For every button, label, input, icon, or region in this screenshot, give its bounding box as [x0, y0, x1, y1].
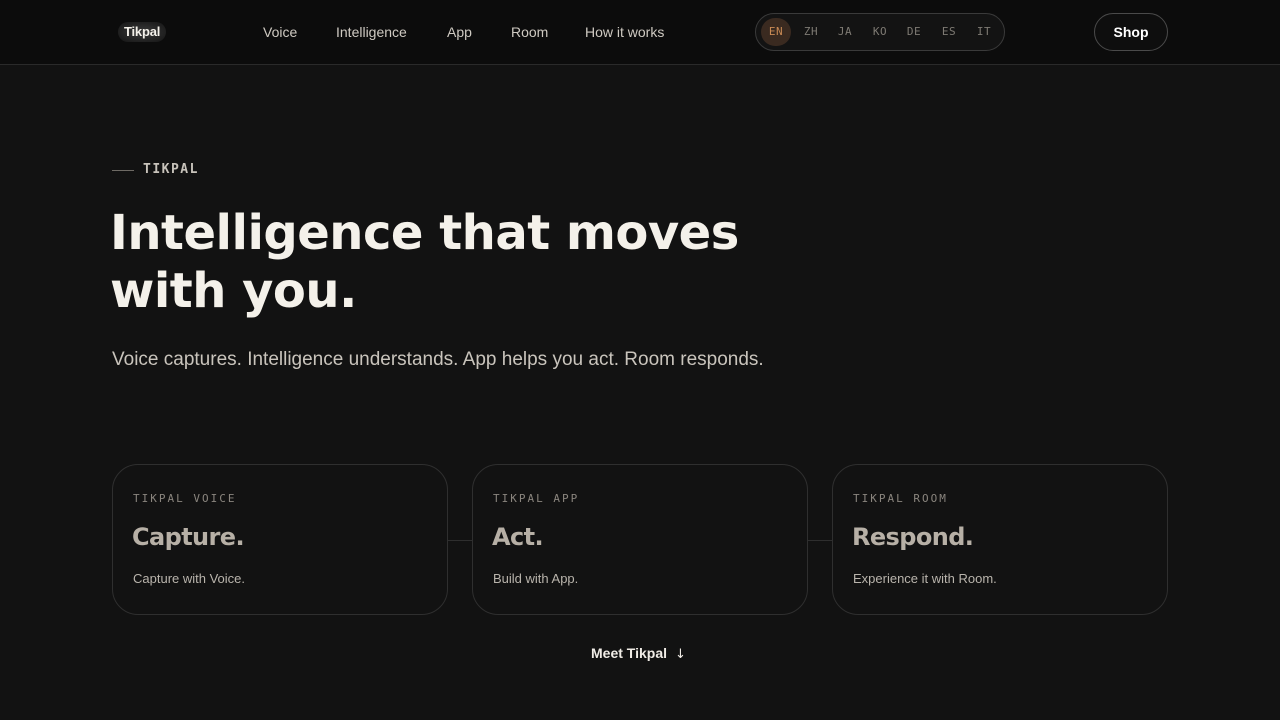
card-title: Act. [492, 523, 544, 551]
meet-tikpal-label: Meet Tikpal [591, 645, 667, 661]
card-room[interactable]: TIKPAL ROOM Respond. Experience it with … [832, 464, 1168, 615]
card-title: Respond. [852, 523, 974, 551]
nav-link-intelligence[interactable]: Intelligence [336, 24, 407, 40]
language-option-zh[interactable]: ZH [796, 18, 826, 46]
meet-tikpal-link[interactable]: Meet Tikpal ↓ [591, 645, 686, 662]
language-option-de[interactable]: DE [899, 18, 929, 46]
language-option-es[interactable]: ES [934, 18, 964, 46]
card-connector [808, 540, 832, 541]
card-description: Capture with Voice. [133, 571, 246, 586]
language-option-it[interactable]: IT [969, 18, 999, 46]
nav-link-room[interactable]: Room [511, 24, 548, 40]
arrow-down-icon: ↓ [675, 647, 686, 662]
hero-headline: Intelligence that moves with you. [110, 205, 739, 319]
logo[interactable]: Tikpal [118, 22, 167, 42]
card-eyebrow: TIKPAL ROOM [853, 492, 948, 505]
card-description: Experience it with Room. [853, 571, 997, 586]
language-switcher: EN ZH JA KO DE ES IT [755, 13, 1005, 51]
card-description: Build with App. [493, 571, 579, 586]
hero-subline: Voice captures. Intelligence understands… [112, 349, 764, 370]
nav-link-voice[interactable]: Voice [263, 24, 297, 40]
card-title: Capture. [132, 523, 245, 551]
language-option-en[interactable]: EN [761, 18, 791, 46]
site-header: Tikpal Voice Intelligence App Room How i… [0, 0, 1280, 65]
card-app[interactable]: TIKPAL APP Act. Build with App. [472, 464, 808, 615]
shop-button[interactable]: Shop [1094, 13, 1168, 51]
page: Tikpal Voice Intelligence App Room How i… [0, 0, 1280, 720]
card-voice[interactable]: TIKPAL VOICE Capture. Capture with Voice… [112, 464, 448, 615]
card-eyebrow: TIKPAL APP [493, 492, 580, 505]
language-option-ko[interactable]: KO [865, 18, 895, 46]
language-option-ja[interactable]: JA [830, 18, 860, 46]
hero-eyebrow: TIKPAL [143, 162, 199, 177]
nav-link-how-it-works[interactable]: How it works [585, 24, 664, 40]
eyebrow-divider [112, 170, 134, 171]
nav-link-app[interactable]: App [447, 24, 472, 40]
card-eyebrow: TIKPAL VOICE [133, 492, 237, 505]
